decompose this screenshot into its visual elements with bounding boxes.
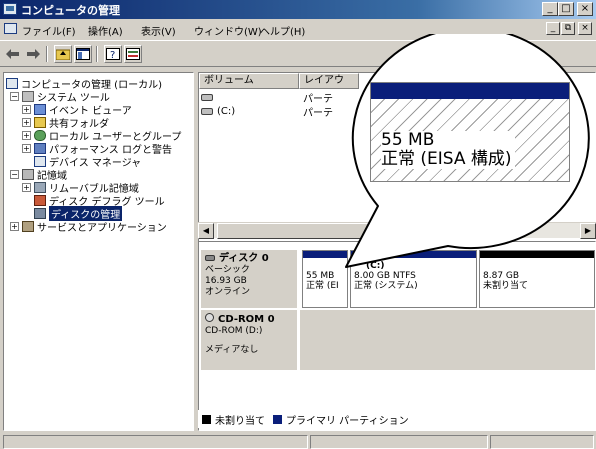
storage-icon [22, 169, 34, 180]
maximize-button[interactable]: □ [558, 2, 574, 16]
expand-toggle[interactable]: + [10, 222, 19, 231]
minimize-button[interactable]: _ [542, 2, 558, 16]
expand-toggle[interactable]: + [22, 183, 31, 192]
users-icon [34, 130, 46, 141]
magnified-size: 55 MB [381, 130, 435, 150]
volume-row[interactable]: (C:) [201, 104, 235, 118]
computer-management-icon [6, 78, 18, 89]
defrag-icon [34, 195, 46, 206]
services-icon [22, 221, 34, 232]
expand-toggle[interactable]: + [22, 118, 31, 127]
console-tree[interactable]: コンピュータの管理 (ローカル) − システム ツール + イベント ビューア … [3, 72, 194, 431]
close-button[interactable]: × [577, 2, 593, 16]
drive-icon [201, 93, 213, 101]
disk-0-label[interactable]: ディスク 0 ベーシック 16.93 GB オンライン [201, 250, 297, 308]
removable-storage-icon [34, 182, 46, 193]
back-arrow-icon[interactable] [4, 45, 22, 63]
disk-name: ディスク 0 [205, 253, 293, 265]
svg-text:?: ? [110, 50, 115, 60]
help-icon[interactable]: ? [104, 45, 122, 63]
disk-icon [205, 255, 215, 261]
collapse-toggle[interactable]: − [10, 92, 19, 101]
expand-toggle[interactable]: + [22, 105, 31, 114]
show-hide-tree-icon[interactable] [74, 45, 92, 63]
computer-management-icon [3, 3, 17, 15]
legend-swatch-primary [273, 414, 282, 424]
shared-folder-icon [34, 117, 46, 128]
disk-size: 16.93 GB [205, 276, 247, 286]
status-cell [310, 435, 488, 449]
tree-item-label: サービスとアプリケーション [37, 223, 167, 234]
legend-swatch-unallocated [202, 414, 211, 424]
status-cell [3, 435, 308, 449]
volume-row[interactable] [201, 90, 217, 104]
menu-window[interactable]: ウィンドウ(W) [194, 23, 262, 38]
tree-item-services-apps[interactable]: + サービスとアプリケーション [10, 220, 167, 234]
magnified-status: 正常 (EISA 構成) [381, 149, 512, 169]
cdrom-0-label[interactable]: CD-ROM 0 CD-ROM (D:) メディアなし [201, 310, 297, 370]
collapse-toggle[interactable]: − [10, 170, 19, 179]
title-bar[interactable]: コンピュータの管理 _ □ × [0, 0, 596, 19]
menu-help[interactable]: ヘルプ(H) [260, 23, 305, 38]
cdrom-icon [205, 313, 214, 322]
expand-toggle[interactable]: + [22, 144, 31, 153]
menu-file[interactable]: ファイル(F) [22, 23, 76, 38]
toolbar-separator [96, 46, 98, 62]
window-title: コンピュータの管理 [21, 4, 120, 17]
properties-icon[interactable] [124, 45, 142, 63]
legend-label-unallocated: 未割り当て [215, 415, 265, 427]
partition-status: 正常 (システム) [354, 281, 418, 291]
cdrom-media-area[interactable] [300, 310, 595, 370]
performance-icon [34, 143, 46, 154]
device-manager-icon [34, 156, 46, 167]
volume-name: (C:) [217, 105, 236, 117]
legend-label-primary: プライマリ パーティション [286, 415, 409, 427]
cdrom-status: メディアなし [205, 345, 259, 355]
disk-status: オンライン [205, 287, 251, 297]
menu-view[interactable]: 表示(V) [141, 23, 176, 38]
toolbar-separator [46, 46, 48, 62]
forward-arrow-icon[interactable] [24, 45, 42, 63]
tools-icon [22, 91, 34, 102]
partition-status: 正常 (EI [306, 281, 339, 291]
scroll-left-icon[interactable]: ◀ [198, 223, 214, 239]
status-bar [0, 433, 596, 449]
menu-action[interactable]: 操作(A) [88, 23, 123, 38]
magnified-text: 55 MB 正常 (EISA 構成) [381, 131, 515, 169]
cdrom-type: CD-ROM (D:) [205, 326, 263, 336]
cdrom-name: CD-ROM 0 [205, 313, 293, 326]
event-viewer-icon [34, 104, 46, 115]
console-icon[interactable] [4, 23, 17, 34]
disk-type: ベーシック [205, 265, 250, 275]
magnified-partition-bar [371, 83, 569, 99]
expand-toggle[interactable]: + [22, 131, 31, 140]
legend: 未割り当て プライマリ パーティション [198, 410, 594, 428]
partition-status: 未割り当て [483, 281, 529, 291]
drive-icon [201, 107, 213, 115]
up-folder-icon[interactable] [54, 45, 72, 63]
column-header-volume[interactable]: ボリューム [199, 73, 299, 89]
disk-management-icon [34, 208, 46, 219]
status-cell [490, 435, 594, 449]
